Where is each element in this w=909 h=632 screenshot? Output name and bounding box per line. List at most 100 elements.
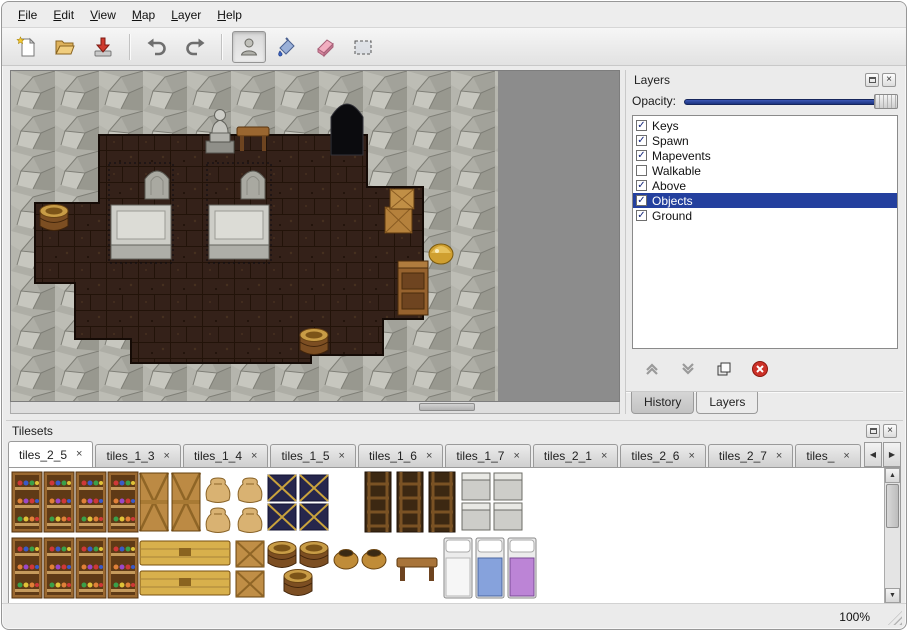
tileset-tab[interactable]: tiles_1_4 × <box>183 444 268 467</box>
duplicate-layer-button[interactable] <box>714 359 734 379</box>
tilesets-panel-title: Tilesets <box>12 424 53 438</box>
tab-close-icon[interactable]: × <box>601 451 607 462</box>
tab-close-icon[interactable]: × <box>688 451 694 462</box>
layer-checkbox[interactable]: ✓ <box>636 210 647 221</box>
menubar: File Edit View Map Layer Help <box>2 2 906 28</box>
tileset-view[interactable] <box>11 470 541 602</box>
tab-close-icon[interactable]: × <box>339 451 345 462</box>
tileset-tab[interactable]: tiles_1_3 × <box>95 444 180 467</box>
opacity-slider-handle[interactable] <box>874 94 898 109</box>
tileset-tab[interactable]: tiles_1_7 × <box>445 444 530 467</box>
tab-close-icon[interactable]: × <box>776 451 782 462</box>
tileset-tab[interactable]: tiles_ × <box>795 444 860 467</box>
tileset-vscroll-thumb[interactable] <box>886 484 899 528</box>
tab-close-icon[interactable]: × <box>513 451 519 462</box>
layer-list: ✓ Keys ✓ Spawn ✓ Mapevents Walkable ✓ Ab… <box>632 115 898 349</box>
cabinet <box>398 261 428 315</box>
tileset-tabbar: tiles_2_5 × tiles_1_3 × tiles_1_4 × tile… <box>8 440 901 467</box>
layer-checkbox[interactable]: ✓ <box>636 150 647 161</box>
layer-up-button[interactable] <box>642 359 662 379</box>
menu-help[interactable]: Help <box>209 4 250 26</box>
statusbar: 100% <box>2 603 906 629</box>
tileset-content: ▲ ▼ <box>8 467 901 604</box>
tileset-vscrollbar[interactable]: ▲ ▼ <box>884 468 900 603</box>
tab-close-icon[interactable]: × <box>843 451 849 462</box>
layer-row[interactable]: ✓ Mapevents <box>633 148 897 163</box>
layer-row[interactable]: ✓ Objects <box>633 193 897 208</box>
fill-tool-icon <box>275 35 299 59</box>
layer-checkbox[interactable]: ✓ <box>636 195 647 206</box>
layer-row[interactable]: ✓ Above <box>633 178 897 193</box>
redo-button[interactable] <box>178 31 212 63</box>
map[interactable] <box>11 71 498 402</box>
close-panel-button[interactable]: × <box>883 424 897 438</box>
tileset-tab-label: tiles_2_5 <box>19 448 67 462</box>
canvas-hscroll-thumb[interactable] <box>419 403 475 411</box>
new-file-button[interactable] <box>10 31 44 63</box>
canvas-hscrollbar[interactable] <box>10 402 620 414</box>
layer-row[interactable]: ✓ Keys <box>633 118 897 133</box>
tab-close-icon[interactable]: × <box>251 451 257 462</box>
tileset-tab-label: tiles_ <box>806 449 834 463</box>
menu-map[interactable]: Map <box>124 4 163 26</box>
fill-tool-button[interactable] <box>270 31 304 63</box>
save-button[interactable] <box>86 31 120 63</box>
tileset-tab-label: tiles_1_5 <box>281 449 329 463</box>
opacity-slider[interactable] <box>684 94 898 109</box>
new-file-icon <box>15 35 39 59</box>
tileset-tab[interactable]: tiles_2_5 × <box>8 441 93 467</box>
layer-row[interactable]: ✓ Spawn <box>633 133 897 148</box>
layers-panel-titlebar: Layers × <box>630 72 900 88</box>
layer-row[interactable]: ✓ Ground <box>633 208 897 223</box>
menu-file[interactable]: File <box>10 4 45 26</box>
tab-close-icon[interactable]: × <box>76 449 82 460</box>
open-file-button[interactable] <box>48 31 82 63</box>
tilesets-panel: Tilesets × tiles_2_5 × tiles_1_3 × tiles… <box>6 420 903 606</box>
eraser-tool-button[interactable] <box>308 31 342 63</box>
tab-history[interactable]: History <box>631 392 694 414</box>
layer-actions <box>642 359 900 379</box>
tab-scroll-left-button[interactable]: ◀ <box>864 442 882 467</box>
scroll-down-button[interactable]: ▼ <box>885 588 900 603</box>
stone-slab <box>209 205 269 259</box>
layer-checkbox[interactable]: ✓ <box>636 180 647 191</box>
tileset-tab-label: tiles_1_3 <box>106 449 154 463</box>
float-panel-button[interactable] <box>865 73 879 87</box>
layer-checkbox[interactable]: ✓ <box>636 135 647 146</box>
map-viewport[interactable] <box>10 70 620 402</box>
layer-checkbox[interactable]: ✓ <box>636 120 647 131</box>
tileset-tab[interactable]: tiles_1_5 × <box>270 444 355 467</box>
app-window: File Edit View Map Layer Help <box>1 1 907 630</box>
float-panel-button[interactable] <box>866 424 880 438</box>
layer-down-button[interactable] <box>678 359 698 379</box>
undo-button[interactable] <box>140 31 174 63</box>
tab-close-icon[interactable]: × <box>426 451 432 462</box>
open-folder-icon <box>53 35 77 59</box>
tileset-tab[interactable]: tiles_2_7 × <box>708 444 793 467</box>
canvas-area <box>10 70 620 414</box>
tab-close-icon[interactable]: × <box>164 451 170 462</box>
opacity-slider-track[interactable] <box>684 99 896 105</box>
resize-grip[interactable] <box>888 611 902 625</box>
stamp-tool-button[interactable] <box>232 31 266 63</box>
bench <box>397 558 437 581</box>
close-icon: × <box>887 426 893 436</box>
layer-row[interactable]: Walkable <box>633 163 897 178</box>
tileset-tab[interactable]: tiles_1_6 × <box>358 444 443 467</box>
menu-layer[interactable]: Layer <box>163 4 209 26</box>
scroll-up-button[interactable]: ▲ <box>885 468 900 483</box>
eraser-tool-icon <box>313 35 337 59</box>
layers-panel-title: Layers <box>634 73 670 87</box>
layer-checkbox[interactable] <box>636 165 647 176</box>
rect-select-tool-button[interactable] <box>346 31 380 63</box>
gold-helmet <box>429 244 453 264</box>
save-icon <box>91 35 115 59</box>
close-panel-button[interactable]: × <box>882 73 896 87</box>
menu-edit[interactable]: Edit <box>45 4 82 26</box>
delete-layer-button[interactable] <box>750 359 770 379</box>
tileset-tab[interactable]: tiles_2_6 × <box>620 444 705 467</box>
tileset-tab[interactable]: tiles_2_1 × <box>533 444 618 467</box>
tab-scroll-right-button[interactable]: ▶ <box>883 442 901 467</box>
menu-view[interactable]: View <box>82 4 124 26</box>
tab-layers[interactable]: Layers <box>696 392 758 414</box>
